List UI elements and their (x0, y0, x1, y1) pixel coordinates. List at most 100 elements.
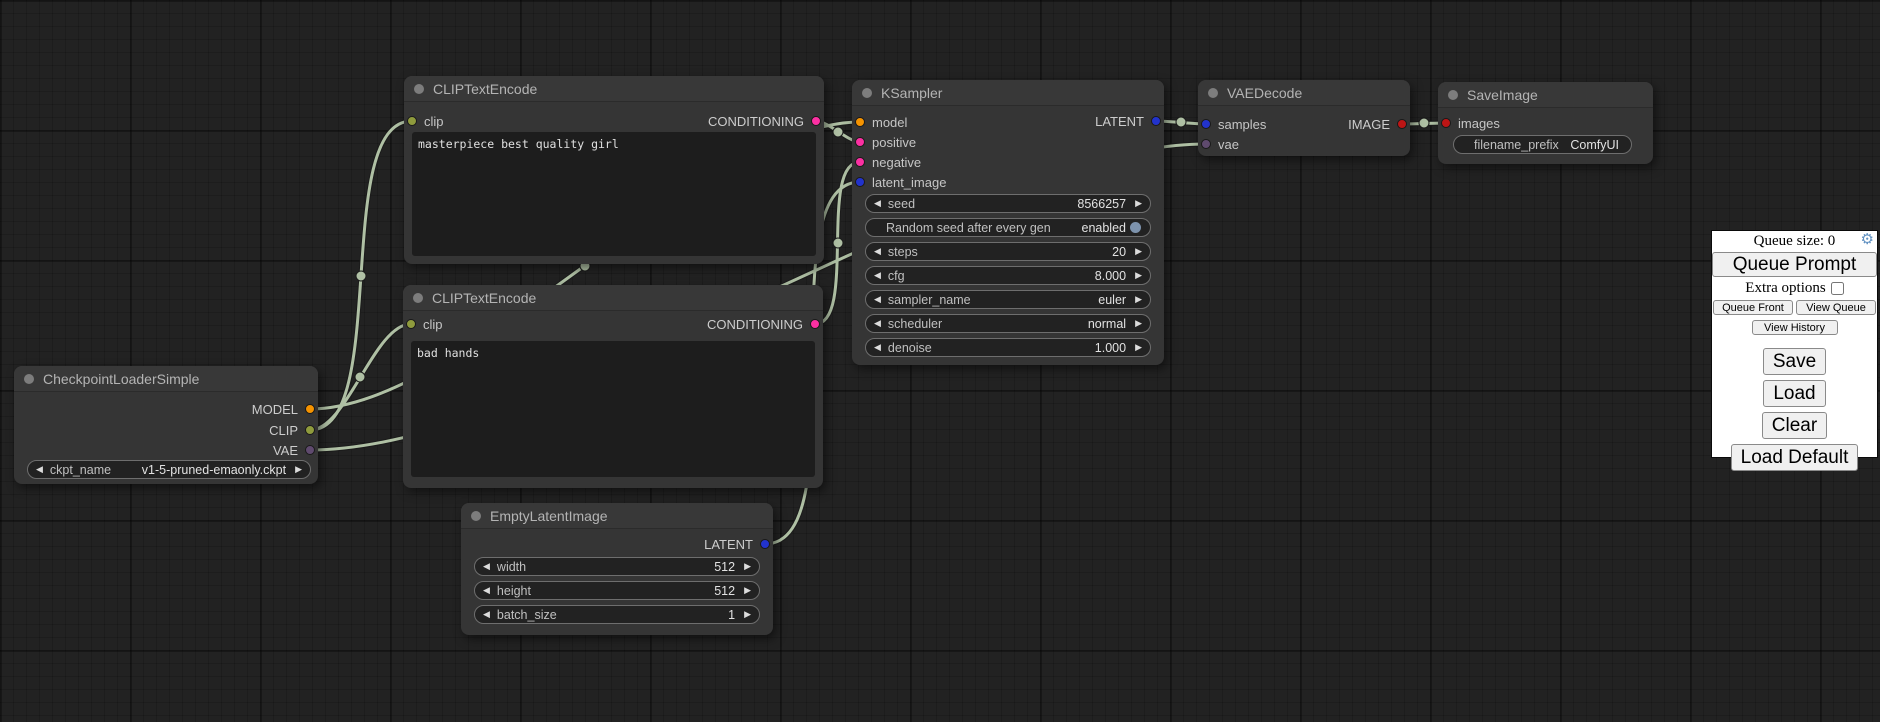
save-button[interactable]: Save (1763, 348, 1826, 375)
latent-slot-dot-icon[interactable] (1151, 116, 1161, 126)
increment-arrow-icon[interactable]: ▶ (1135, 343, 1142, 352)
queue-prompt-button[interactable]: Queue Prompt (1712, 252, 1877, 277)
increment-arrow-icon[interactable]: ▶ (1135, 271, 1142, 280)
input-slot-images[interactable]: images (1441, 113, 1500, 133)
widget-ckpt-name[interactable]: ◀ ckpt_name v1-5-pruned-emaonly.ckpt ▶ (27, 460, 311, 479)
input-slot-positive[interactable]: positive (855, 132, 916, 152)
node-title-bar[interactable]: SaveImage (1438, 82, 1653, 108)
input-slot-clip[interactable]: clip (407, 111, 444, 131)
model-slot-dot-icon[interactable] (855, 117, 865, 127)
collapse-dot-icon[interactable] (862, 88, 872, 98)
widget-cfg[interactable]: ◀ cfg 8.000 ▶ (865, 266, 1151, 285)
output-slot-image[interactable]: IMAGE (1348, 114, 1407, 134)
latent-slot-dot-icon[interactable] (855, 177, 865, 187)
collapse-dot-icon[interactable] (413, 293, 423, 303)
node-title-bar[interactable]: EmptyLatentImage (461, 503, 773, 529)
collapse-dot-icon[interactable] (1448, 90, 1458, 100)
link-midpoint-dot[interactable] (356, 271, 366, 281)
vae-slot-dot-icon[interactable] (1201, 139, 1211, 149)
widget-batch-size[interactable]: ◀ batch_size 1 ▶ (474, 605, 760, 624)
decrement-arrow-icon[interactable]: ◀ (483, 610, 490, 619)
image-slot-dot-icon[interactable] (1441, 118, 1451, 128)
decrement-arrow-icon[interactable]: ◀ (483, 562, 490, 571)
output-slot-model[interactable]: MODEL (252, 399, 315, 419)
decrement-arrow-icon[interactable]: ◀ (874, 295, 881, 304)
link-midpoint-dot[interactable] (1176, 117, 1186, 127)
load-button[interactable]: Load (1763, 380, 1825, 407)
decrement-arrow-icon[interactable]: ◀ (874, 319, 881, 328)
link-midpoint-dot[interactable] (833, 238, 843, 248)
vae-slot-dot-icon[interactable] (305, 445, 315, 455)
node-clip-text-encode-positive[interactable]: CLIPTextEncode clip CONDITIONING masterp… (404, 76, 824, 264)
clip-slot-dot-icon[interactable] (407, 116, 417, 126)
decrement-arrow-icon[interactable]: ◀ (874, 343, 881, 352)
output-slot-conditioning[interactable]: CONDITIONING (708, 111, 821, 131)
queue-front-button[interactable]: Queue Front (1713, 300, 1793, 315)
increment-arrow-icon[interactable]: ▶ (744, 586, 751, 595)
node-vae-decode[interactable]: VAEDecode samples vae IMAGE (1198, 80, 1410, 156)
node-title-bar[interactable]: CheckpointLoaderSimple (14, 366, 318, 392)
input-slot-samples[interactable]: samples (1201, 114, 1266, 134)
increment-arrow-icon[interactable]: ▶ (295, 465, 302, 474)
decrement-arrow-icon[interactable]: ◀ (874, 271, 881, 280)
increment-arrow-icon[interactable]: ▶ (744, 562, 751, 571)
settings-gear-icon[interactable]: ⚙ (1861, 233, 1874, 248)
input-slot-negative[interactable]: negative (855, 152, 921, 172)
node-clip-text-encode-negative[interactable]: CLIPTextEncode clip CONDITIONING bad han… (403, 285, 823, 488)
node-title-bar[interactable]: VAEDecode (1198, 80, 1410, 106)
input-slot-model[interactable]: model (855, 112, 907, 132)
decrement-arrow-icon[interactable]: ◀ (874, 247, 881, 256)
widget-denoise[interactable]: ◀ denoise 1.000 ▶ (865, 338, 1151, 357)
output-slot-clip[interactable]: CLIP (269, 420, 315, 440)
view-history-button[interactable]: View History (1752, 320, 1838, 335)
collapse-dot-icon[interactable] (414, 84, 424, 94)
input-slot-clip[interactable]: clip (406, 314, 443, 334)
widget-seed[interactable]: ◀ seed 8566257 ▶ (865, 194, 1151, 213)
node-empty-latent-image[interactable]: EmptyLatentImage LATENT ◀ width 512 ▶ ◀ … (461, 503, 773, 635)
node-title-bar[interactable]: CLIPTextEncode (404, 76, 824, 102)
decrement-arrow-icon[interactable]: ◀ (874, 199, 881, 208)
increment-arrow-icon[interactable]: ▶ (1135, 199, 1142, 208)
load-default-button[interactable]: Load Default (1731, 444, 1859, 471)
latent-slot-dot-icon[interactable] (760, 539, 770, 549)
node-ksampler[interactable]: KSampler model positive negative latent_… (852, 80, 1164, 365)
view-queue-button[interactable]: View Queue (1796, 300, 1876, 315)
widget-scheduler[interactable]: ◀ scheduler normal ▶ (865, 314, 1151, 333)
node-checkpoint-loader-simple[interactable]: CheckpointLoaderSimple MODEL CLIP VAE ◀ … (14, 366, 318, 484)
decrement-arrow-icon[interactable]: ◀ (36, 465, 43, 474)
widget-height[interactable]: ◀ height 512 ▶ (474, 581, 760, 600)
input-slot-latent-image[interactable]: latent_image (855, 172, 946, 192)
collapse-dot-icon[interactable] (24, 374, 34, 384)
toggle-dot-icon[interactable] (1130, 222, 1141, 233)
link-midpoint-dot[interactable] (355, 372, 365, 382)
decrement-arrow-icon[interactable]: ◀ (483, 586, 490, 595)
output-slot-conditioning[interactable]: CONDITIONING (707, 314, 820, 334)
output-slot-vae[interactable]: VAE (273, 440, 315, 460)
link-midpoint-dot[interactable] (833, 127, 843, 137)
collapse-dot-icon[interactable] (471, 511, 481, 521)
widget-filename-prefix[interactable]: filename_prefix ComfyUI (1453, 135, 1632, 154)
output-slot-latent[interactable]: LATENT (704, 534, 770, 554)
image-slot-dot-icon[interactable] (1397, 119, 1407, 129)
widget-random-seed-toggle[interactable]: Random seed after every gen enabled (865, 218, 1151, 237)
output-slot-latent[interactable]: LATENT (1095, 111, 1161, 131)
increment-arrow-icon[interactable]: ▶ (1135, 247, 1142, 256)
conditioning-slot-dot-icon[interactable] (855, 157, 865, 167)
widget-width[interactable]: ◀ width 512 ▶ (474, 557, 760, 576)
latent-slot-dot-icon[interactable] (1201, 119, 1211, 129)
node-graph-canvas[interactable]: CheckpointLoaderSimple MODEL CLIP VAE ◀ … (0, 0, 1880, 722)
node-title-bar[interactable]: KSampler (852, 80, 1164, 106)
model-slot-dot-icon[interactable] (305, 404, 315, 414)
clip-slot-dot-icon[interactable] (406, 319, 416, 329)
positive-prompt-textarea[interactable]: masterpiece best quality girl (412, 132, 816, 256)
node-title-bar[interactable]: CLIPTextEncode (403, 285, 823, 311)
clip-slot-dot-icon[interactable] (305, 425, 315, 435)
conditioning-slot-dot-icon[interactable] (855, 137, 865, 147)
widget-steps[interactable]: ◀ steps 20 ▶ (865, 242, 1151, 261)
negative-prompt-textarea[interactable]: bad hands (411, 341, 815, 477)
increment-arrow-icon[interactable]: ▶ (1135, 295, 1142, 304)
input-slot-vae[interactable]: vae (1201, 134, 1239, 154)
conditioning-slot-dot-icon[interactable] (811, 116, 821, 126)
increment-arrow-icon[interactable]: ▶ (1135, 319, 1142, 328)
collapse-dot-icon[interactable] (1208, 88, 1218, 98)
